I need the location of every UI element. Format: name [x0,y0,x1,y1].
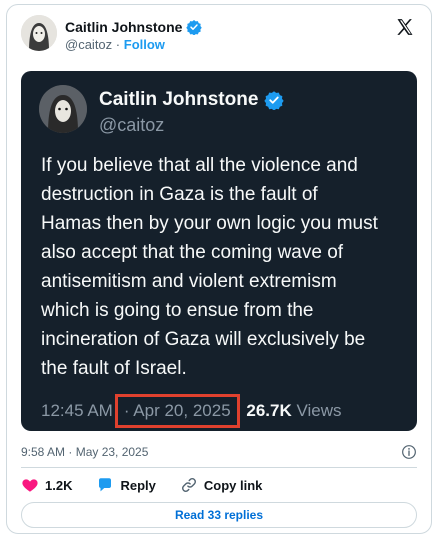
text-line: which is going to ensue from the [41,300,314,321]
verified-badge-icon [186,20,203,35]
text-line: incineration of Gaza will exclusively be [41,329,366,350]
screenshot-date: Apr 20, 2025 [133,401,231,420]
author-handle-row: @caitoz · Follow [65,37,165,52]
screenshot-author-name: Caitlin Johnstone [99,89,259,110]
reply-button[interactable]: Reply [96,476,156,494]
post-header: Caitlin Johnstone @caitoz · Follow [21,15,417,59]
text-line: also accept that the coming wave of [41,242,344,263]
avatar[interactable] [21,15,57,51]
author-name[interactable]: Caitlin Johnstone [65,19,182,35]
embedded-post-card: Caitlin Johnstone @caitoz · Follow Caitl… [6,4,432,534]
copy-link-label: Copy link [203,477,263,493]
text-line: If you believe that all the violence and [41,155,358,176]
screenshot-views-count: 26.7K [246,401,292,420]
embedded-tweet-screenshot: Caitlin Johnstone @caitoz If you believe… [21,71,417,431]
like-button[interactable]: 1.2K [21,476,72,494]
like-count: 1.2K [45,477,73,493]
info-icon[interactable] [401,444,417,460]
divider [21,467,417,468]
post-timestamp[interactable]: 9:58 AM · May 23, 2025 [21,445,148,459]
read-replies-button[interactable]: Read 33 replies [21,502,417,528]
screenshot-tweet-text: If you believe that all the violence and… [41,151,411,383]
author-name-row: Caitlin Johnstone [65,19,203,35]
screenshot-author-handle: @caitoz [99,115,165,135]
link-icon [181,478,196,492]
screenshot-meta-row: 12:45 AM · Apr 20, 2025 26.7K Views [41,394,342,428]
screenshot-dot: · [123,401,130,420]
screenshot-avatar [39,85,87,133]
action-bar: 1.2K Reply Copy link [21,476,262,494]
heart-icon [22,479,38,492]
reply-bubble-icon [99,478,112,492]
verified-badge-icon [264,91,285,110]
screenshot-name-row: Caitlin Johnstone [99,89,285,111]
separator-dot: · [115,37,121,52]
x-logo-icon[interactable] [395,17,415,37]
author-handle[interactable]: @caitoz [65,37,112,52]
copy-link-button[interactable]: Copy link [180,476,263,494]
text-line: antisemitism and violent extremism [41,271,337,292]
follow-button[interactable]: Follow [124,37,165,52]
text-line: Hamas then by your own logic you must [41,213,378,234]
text-line: destruction in Gaza is the fault of [41,184,318,205]
screenshot-views-label: Views [296,401,342,420]
reply-label: Reply [120,477,156,493]
text-line: the fault of Israel. [41,358,187,379]
highlighted-date-box: · Apr 20, 2025 [114,394,240,428]
screenshot-time: 12:45 AM [41,401,113,420]
